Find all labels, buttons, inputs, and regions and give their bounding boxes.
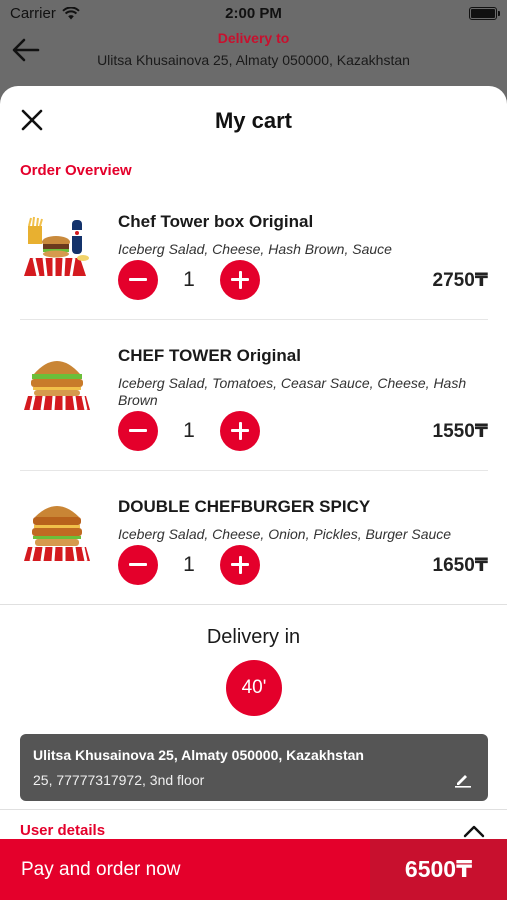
quantity-stepper: 1 2750₸: [118, 260, 488, 300]
item-description: Iceberg Salad, Tomatoes, Ceasar Sauce, C…: [118, 375, 467, 408]
item-divider: [20, 470, 488, 471]
quantity-value: 1: [183, 553, 195, 576]
delivery-header: Delivery to Ulitsa Khusainova 25, Almaty…: [0, 26, 507, 86]
product-image-burger: [24, 361, 90, 411]
order-total: 6500₸: [370, 839, 507, 900]
chevron-up-icon[interactable]: [463, 824, 485, 838]
pay-button-label: Pay and order now: [21, 859, 181, 880]
pay-and-order-button[interactable]: Pay and order now 6500₸: [0, 839, 507, 900]
quantity-value: 1: [183, 268, 195, 291]
item-price: 1550₸: [432, 421, 489, 442]
status-time: 2:00 PM: [225, 5, 282, 22]
cart-item: CHEF TOWER Original Iceberg Salad, Tomat…: [20, 332, 488, 462]
increase-quantity-button[interactable]: [220, 411, 260, 451]
product-image-box-meal: [24, 216, 89, 277]
delivery-to-address[interactable]: Ulitsa Khusainova 25, Almaty 050000, Kaz…: [0, 52, 507, 68]
status-bar: Carrier 2:00 PM: [0, 0, 507, 26]
edit-icon[interactable]: [454, 770, 472, 788]
decrease-quantity-button[interactable]: [118, 411, 158, 451]
item-description: Iceberg Salad, Cheese, Onion, Pickles, B…: [118, 526, 452, 542]
item-description: Iceberg Salad, Cheese, Hash Brown, Sauce: [118, 241, 392, 257]
quantity-stepper: 1 1550₸: [118, 411, 488, 451]
item-name: CHEF TOWER Original: [118, 346, 301, 365]
delivery-to-title: Delivery to: [217, 30, 290, 46]
cart-header: My cart: [0, 86, 507, 156]
quantity-value: 1: [183, 419, 195, 442]
section-divider: [0, 604, 507, 605]
cart-sheet: My cart Order Overview Chef Tower box Or…: [0, 86, 507, 900]
user-details-label: User details: [20, 822, 106, 839]
item-name: DOUBLE CHEFBURGER SPICY: [118, 497, 371, 516]
cart-item: Chef Tower box Original Iceberg Salad, C…: [20, 198, 488, 308]
delivery-time-label: Delivery in: [206, 626, 301, 648]
decrease-quantity-button[interactable]: [118, 260, 158, 300]
item-price: 1650₸: [432, 555, 489, 576]
quantity-stepper: 1 1650₸: [118, 545, 488, 585]
item-name: Chef Tower box Original: [118, 212, 314, 231]
user-details-section[interactable]: User details: [0, 822, 507, 839]
cart-title: My cart: [214, 108, 293, 133]
increase-quantity-button[interactable]: [220, 260, 260, 300]
battery-icon: [469, 7, 500, 20]
section-divider: [0, 809, 507, 810]
address-line-primary: Ulitsa Khusainova 25, Almaty 050000, Kaz…: [33, 747, 364, 763]
decrease-quantity-button[interactable]: [118, 545, 158, 585]
increase-quantity-button[interactable]: [220, 545, 260, 585]
delivery-time-badge: 40': [226, 660, 282, 716]
item-divider: [20, 319, 488, 320]
item-price: 2750₸: [432, 270, 489, 291]
address-line-details: 25, 77777317972, 3nd floor: [33, 772, 205, 788]
delivery-address-card[interactable]: Ulitsa Khusainova 25, Almaty 050000, Kaz…: [20, 734, 488, 801]
product-image-double-burger: [24, 506, 90, 562]
order-overview-label: Order Overview: [20, 162, 132, 179]
cart-item: DOUBLE CHEFBURGER SPICY Iceberg Salad, C…: [20, 483, 488, 595]
